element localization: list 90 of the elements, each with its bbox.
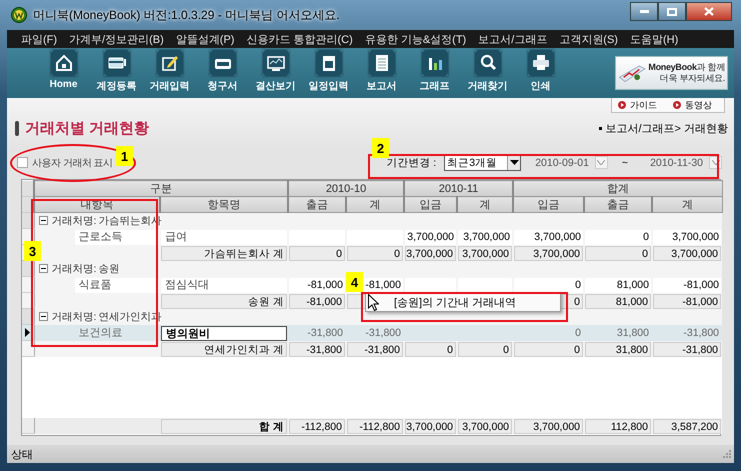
range-separator: ~ bbox=[622, 156, 628, 168]
column-group-header: 2010-10 bbox=[288, 180, 404, 196]
callout-number: 4 bbox=[346, 272, 363, 292]
table-cell: -112,800 bbox=[289, 418, 345, 434]
table-cell: 81,000 bbox=[585, 294, 651, 308]
period-label: 기간변경 : bbox=[386, 156, 436, 170]
toolbar-button[interactable]: 청구서 bbox=[196, 50, 249, 96]
column-header: 입금 bbox=[404, 196, 457, 212]
table-cell: -31,800 bbox=[653, 342, 722, 356]
column-header: 출금 bbox=[584, 196, 652, 212]
table-cell: 0 bbox=[585, 230, 651, 244]
window-title: 머니북(MoneyBook) 버전:1.0.3.29 - 머니북님 어서오세요. bbox=[33, 6, 340, 24]
toolbar-button[interactable]: Home bbox=[37, 50, 90, 96]
menu-item[interactable]: [송원]의 기간내 거래내역 bbox=[394, 294, 516, 310]
table-cell: 3,700,000 bbox=[514, 230, 583, 244]
date-field[interactable]: 2010-09-01 bbox=[535, 156, 589, 168]
table-cell: 0 bbox=[514, 342, 583, 356]
table-cell: 연세가인치과 계 bbox=[161, 342, 287, 356]
menu-item[interactable]: 가계부/정보관리(B) bbox=[65, 32, 172, 46]
table-cell: 0 bbox=[458, 342, 512, 356]
toolbar-button[interactable]: 계정등록 bbox=[90, 50, 143, 96]
toolbar-button[interactable]: 거래입력 bbox=[143, 50, 196, 96]
toolbar-button[interactable]: 거래찾기 bbox=[461, 50, 514, 96]
table-cell: 급여 bbox=[161, 230, 287, 244]
table-cell: 3,700,000 bbox=[405, 246, 456, 260]
breadcrumb: 보고서/그래프> 거래현황 bbox=[605, 122, 728, 136]
column-header: 계 bbox=[652, 196, 722, 212]
menu-item[interactable]: 알뜰설계(P) bbox=[172, 32, 242, 46]
column-group-header: 합계 bbox=[513, 180, 722, 196]
table-cell: 31,800 bbox=[585, 342, 651, 356]
table-cell: 112,800 bbox=[585, 418, 651, 434]
promo-banner[interactable]: MoneyBook과 함께 더욱 부자되세요. bbox=[615, 56, 728, 90]
help-link[interactable]: 가이드 bbox=[618, 98, 657, 112]
table-cell: 0 bbox=[514, 278, 583, 292]
table-cell: 근로소득 bbox=[74, 230, 159, 244]
table-cell: 3,700,000 bbox=[405, 418, 456, 434]
table-cell: -31,800 bbox=[289, 342, 345, 356]
menu-item[interactable]: 유용한 기능&설정(T) bbox=[360, 32, 474, 46]
column-header: 입금 bbox=[513, 196, 584, 212]
column-header: 출금 bbox=[288, 196, 346, 212]
help-link[interactable]: 동영상 bbox=[673, 98, 712, 112]
table-cell: 가슴뛰는회사 계 bbox=[161, 246, 287, 260]
checkbox-label: 사용자 거래처 표시 bbox=[32, 156, 113, 170]
table-cell: 3,700,000 bbox=[653, 230, 722, 244]
column-header: 항목명 bbox=[160, 196, 288, 212]
table-cell: 3,700,000 bbox=[458, 246, 512, 260]
toolbar-button[interactable]: 그래프 bbox=[408, 50, 461, 96]
table-cell: 합 계 bbox=[161, 418, 287, 434]
date-field[interactable]: 2010-11-30 bbox=[650, 156, 703, 168]
table-cell: 식료품 bbox=[74, 278, 159, 292]
menu-item[interactable]: 보고서/그래프 bbox=[474, 32, 556, 46]
toolbar-button[interactable]: 보고서 bbox=[355, 50, 408, 96]
table-cell: 3,700,000 bbox=[653, 246, 722, 260]
callout-number: 3 bbox=[24, 241, 41, 261]
toolbar-button[interactable]: 일정입력 bbox=[302, 50, 355, 96]
table-cell: -81,000 bbox=[653, 294, 722, 308]
toolbar-button[interactable]: 결산보기 bbox=[249, 50, 302, 96]
column-group-header: 구분 bbox=[34, 180, 288, 196]
menu-item[interactable]: 파일(F) bbox=[17, 32, 66, 46]
callout-number: 2 bbox=[372, 138, 389, 158]
table-cell: -81,000 bbox=[653, 278, 722, 292]
status-text: 상태 bbox=[11, 448, 33, 462]
table-cell: -31,800 bbox=[347, 342, 403, 356]
toolbar-button[interactable]: 인쇄 bbox=[514, 50, 567, 96]
table-cell: 3,700,000 bbox=[458, 418, 512, 434]
table-cell: 송원 계 bbox=[161, 294, 287, 308]
table-cell: 3,700,000 bbox=[458, 230, 512, 244]
page-title: 거래처별 거래현황 bbox=[25, 118, 150, 138]
table-cell: 81,000 bbox=[585, 278, 651, 292]
table-cell: 3,700,000 bbox=[405, 230, 456, 244]
table-cell: 3,587,200 bbox=[653, 418, 722, 434]
table-cell: 0 bbox=[405, 342, 456, 356]
table-cell: 점심식대 bbox=[161, 278, 287, 292]
column-group-header: 2010-11 bbox=[404, 180, 513, 196]
column-header: 계 bbox=[457, 196, 513, 212]
menu-item[interactable]: 고객지원(S) bbox=[555, 32, 626, 46]
table-cell: 병의원비 bbox=[161, 326, 287, 340]
table-cell: 0 bbox=[585, 246, 651, 260]
column-header: 계 bbox=[346, 196, 404, 212]
menu-item[interactable]: 신용카드 통합관리(C) bbox=[242, 32, 361, 46]
table-cell: 3,700,000 bbox=[514, 246, 583, 260]
table-cell: -81,000 bbox=[289, 278, 345, 292]
menu-item[interactable]: 도움말(H) bbox=[626, 32, 686, 46]
table-cell: -112,800 bbox=[347, 418, 403, 434]
table-cell: 3,700,000 bbox=[514, 418, 583, 434]
table-cell: 0 bbox=[347, 246, 403, 260]
table-cell: 0 bbox=[289, 246, 345, 260]
group-name: 거래처명: 송원 bbox=[52, 262, 120, 276]
table-cell: -81,000 bbox=[289, 294, 345, 308]
callout-number: 1 bbox=[116, 146, 133, 166]
